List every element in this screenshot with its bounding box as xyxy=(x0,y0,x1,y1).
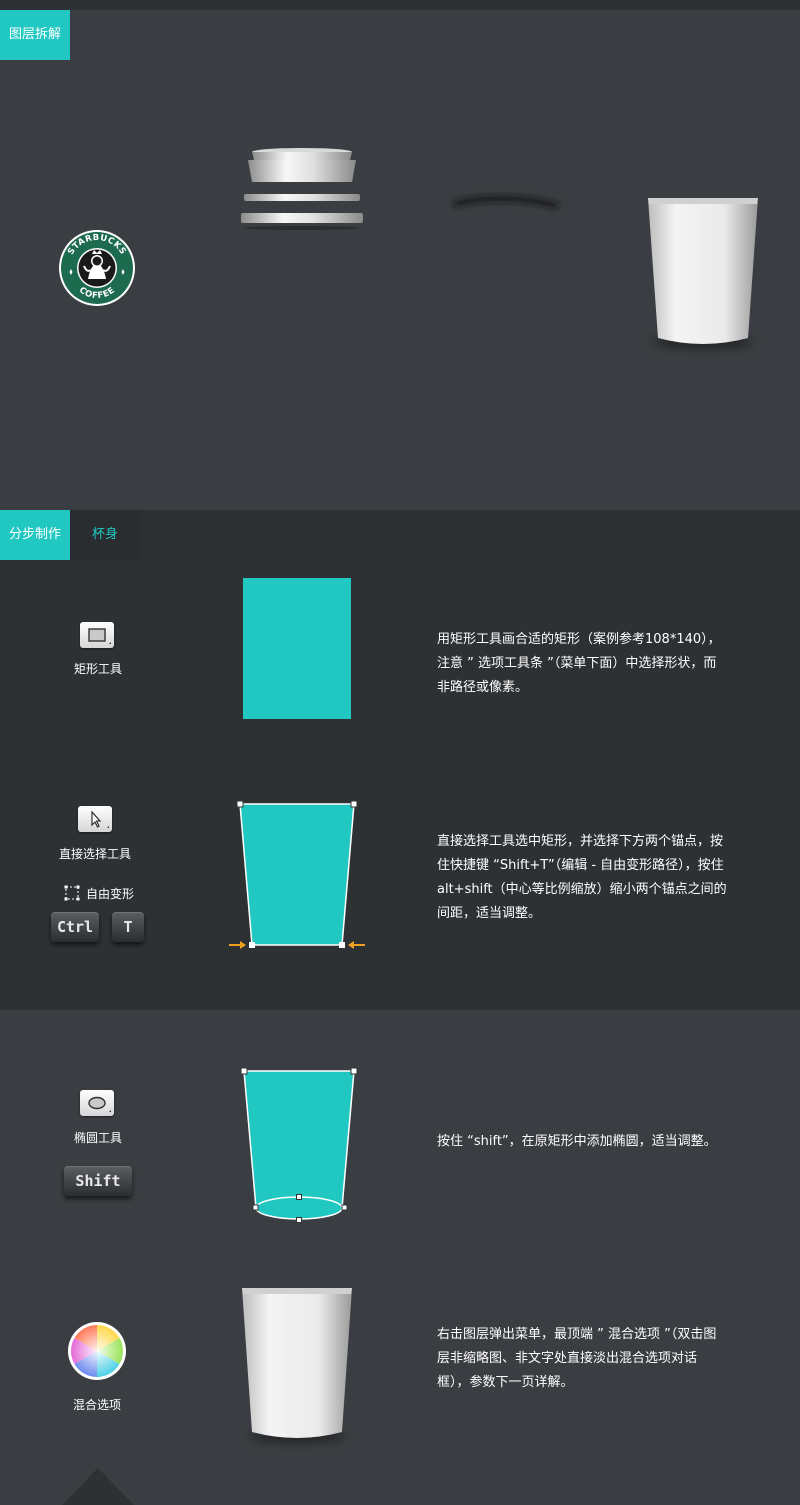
ellipse-tool-icon xyxy=(88,1096,111,1112)
free-transform-label: 自由变形 xyxy=(86,887,135,901)
shift-key: Shift xyxy=(64,1166,132,1196)
step2-description: 直接选择工具选中矩形，并选择下方两个锚点，按住快捷键 “Shift+T”（编辑 … xyxy=(437,834,727,921)
t-key: T xyxy=(112,912,144,942)
step4-description: 右击图层弹出菜单，最顶端 ” 混合选项 ”（双击图层非缩略图、非文字处直接淡出混… xyxy=(437,1327,717,1390)
starbucks-logo: STARBUCKS COFFEE xyxy=(59,230,135,306)
rectangle-tool-button[interactable] xyxy=(80,622,114,648)
direct-select-arrow-icon xyxy=(91,810,109,828)
cup-lid-layers xyxy=(241,148,363,230)
cup-body-layer xyxy=(648,198,758,348)
rectangle-tool-icon xyxy=(88,628,111,644)
section-tag-layer-breakdown: 图层拆解 xyxy=(0,10,70,60)
section-tag-steps: 分步制作 xyxy=(0,510,70,560)
ctrl-key: Ctrl xyxy=(51,912,99,942)
cup-shadow-layer xyxy=(453,195,559,209)
ellipse-tool-label: 椭圆工具 xyxy=(73,1131,122,1145)
step1-rectangle-shape xyxy=(243,578,351,719)
bottom-triangle-decoration xyxy=(62,1468,134,1505)
section-subtag-cup-body: 杯身 xyxy=(70,510,140,560)
step3-shape-with-ellipse xyxy=(240,1067,358,1223)
left-arrow-icon xyxy=(229,941,246,949)
direct-select-tool-button[interactable] xyxy=(78,806,112,832)
step2-trapezoid-shape xyxy=(229,800,365,949)
step4-finished-cup xyxy=(242,1288,352,1442)
step-section-continued xyxy=(0,1010,800,1505)
step3-description: 按住 “shift”，在原矩形中添加椭圆，适当调整。 xyxy=(437,1134,717,1149)
ellipse-tool-button[interactable] xyxy=(80,1090,114,1116)
blending-options-label: 混合选项 xyxy=(72,1398,121,1412)
step1-description: 用矩形工具画合适的矩形（案例参考108*140），注意 ” 选项工具条 ”（菜单… xyxy=(437,632,721,695)
free-transform-icon xyxy=(64,885,80,901)
top-bar xyxy=(0,0,800,10)
rectangle-tool-label: 矩形工具 xyxy=(73,662,122,676)
direct-select-tool-label: 直接选择工具 xyxy=(58,847,131,861)
color-wheel-icon[interactable] xyxy=(67,1321,127,1381)
right-arrow-icon xyxy=(348,941,365,949)
